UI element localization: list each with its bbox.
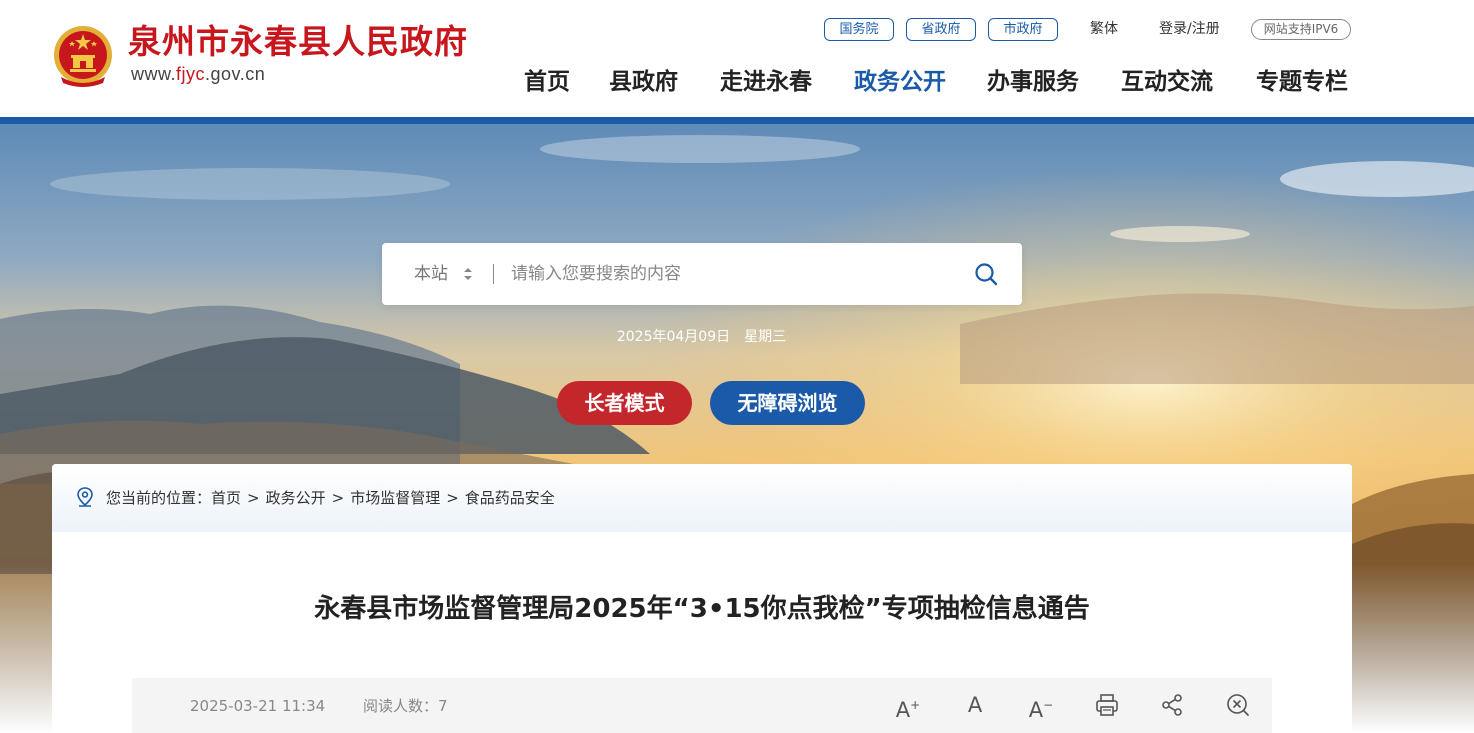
search-divider [493, 264, 494, 284]
breadcrumb-food-drug-safety[interactable]: 食品药品安全 [465, 489, 555, 507]
breadcrumb: 您当前的位置：首页 > 政务公开 > 市场监督管理 > 食品药品安全 [106, 464, 555, 532]
search-input[interactable] [511, 243, 961, 305]
elder-mode-button[interactable]: 长者模式 [557, 381, 692, 425]
close-icon[interactable] [1225, 692, 1251, 718]
font-normal-icon[interactable]: A [962, 692, 988, 718]
site-url-prefix: www. [131, 64, 177, 84]
breadcrumb-market-supervision[interactable]: 市场监督管理 [350, 489, 440, 507]
site-header: 泉州市永春县人民政府 www.fjyc.gov.cn 国务院 省政府 市政府 繁… [0, 0, 1474, 117]
accessible-browsing-button[interactable]: 无障碍浏览 [710, 381, 865, 425]
breadcrumb-government-affairs[interactable]: 政务公开 [266, 489, 326, 507]
breadcrumb-separator: > [331, 489, 345, 507]
article-title: 永春县市场监督管理局2025年“3•15你点我检”专项抽检信息通告 [314, 594, 1090, 624]
read-count-value: 7 [438, 697, 448, 715]
traditional-chinese-link[interactable]: 繁体 [1090, 18, 1118, 41]
sort-arrows-icon[interactable] [463, 266, 473, 282]
print-icon[interactable] [1094, 692, 1120, 718]
read-count-label: 阅读人数： [363, 697, 439, 715]
font-increase-icon[interactable]: A+ [895, 692, 921, 722]
search-icon[interactable] [974, 262, 998, 286]
site-url-suffix: .gov.cn [205, 64, 266, 84]
breadcrumb-bar: 您当前的位置：首页 > 政务公开 > 市场监督管理 > 食品药品安全 [52, 464, 1352, 532]
share-icon[interactable] [1159, 692, 1185, 718]
nav-government-affairs[interactable]: 政务公开 [854, 62, 946, 102]
login-register-link[interactable]: 登录/注册 [1159, 18, 1220, 41]
nav-county-government[interactable]: 县政府 [609, 62, 678, 102]
ipv6-badge: 网站支持IPV6 [1251, 19, 1351, 40]
current-date: 2025年04月09日 星期三 [0, 326, 1403, 346]
province-gov-link[interactable]: 省政府 [906, 18, 976, 41]
article-card: 您当前的位置：首页 > 政务公开 > 市场监督管理 > 食品药品安全 永春县市场监督管理局2… [52, 464, 1352, 733]
site-url-highlight: fjyc [176, 64, 206, 84]
search-scope-select[interactable]: 本站 [414, 243, 448, 305]
breadcrumb-separator: > [446, 489, 459, 507]
site-url: www.fjyc.gov.cn [131, 64, 265, 85]
nav-about-yongchun[interactable]: 走进永春 [720, 62, 812, 102]
city-gov-link[interactable]: 市政府 [988, 18, 1058, 41]
top-links: 国务院 省政府 市政府 繁体 登录/注册 网站支持IPV6 [0, 18, 1474, 42]
article-meta-bar: 2025-03-21 11:34 阅读人数：7 A+ A A− [132, 678, 1272, 733]
nav-special-topics[interactable]: 专题专栏 [1256, 62, 1348, 102]
header-divider [0, 117, 1474, 124]
read-count: 阅读人数：7 [363, 678, 448, 733]
breadcrumb-prefix: 您当前的位置： [106, 489, 212, 507]
date-text: 2025年04月09日 [616, 329, 731, 345]
state-council-link[interactable]: 国务院 [824, 18, 894, 41]
font-decrease-icon[interactable]: A− [1028, 692, 1054, 722]
nav-interaction[interactable]: 互动交流 [1121, 62, 1213, 102]
nav-home[interactable]: 首页 [524, 62, 570, 102]
location-pin-icon [77, 487, 93, 507]
weekday-text: 星期三 [744, 329, 787, 345]
publish-time: 2025-03-21 11:34 [190, 697, 326, 715]
nav-services[interactable]: 办事服务 [987, 62, 1079, 102]
breadcrumb-home[interactable]: 首页 [211, 489, 241, 507]
site-search: 本站 [382, 243, 1022, 305]
breadcrumb-separator: > [247, 489, 260, 507]
